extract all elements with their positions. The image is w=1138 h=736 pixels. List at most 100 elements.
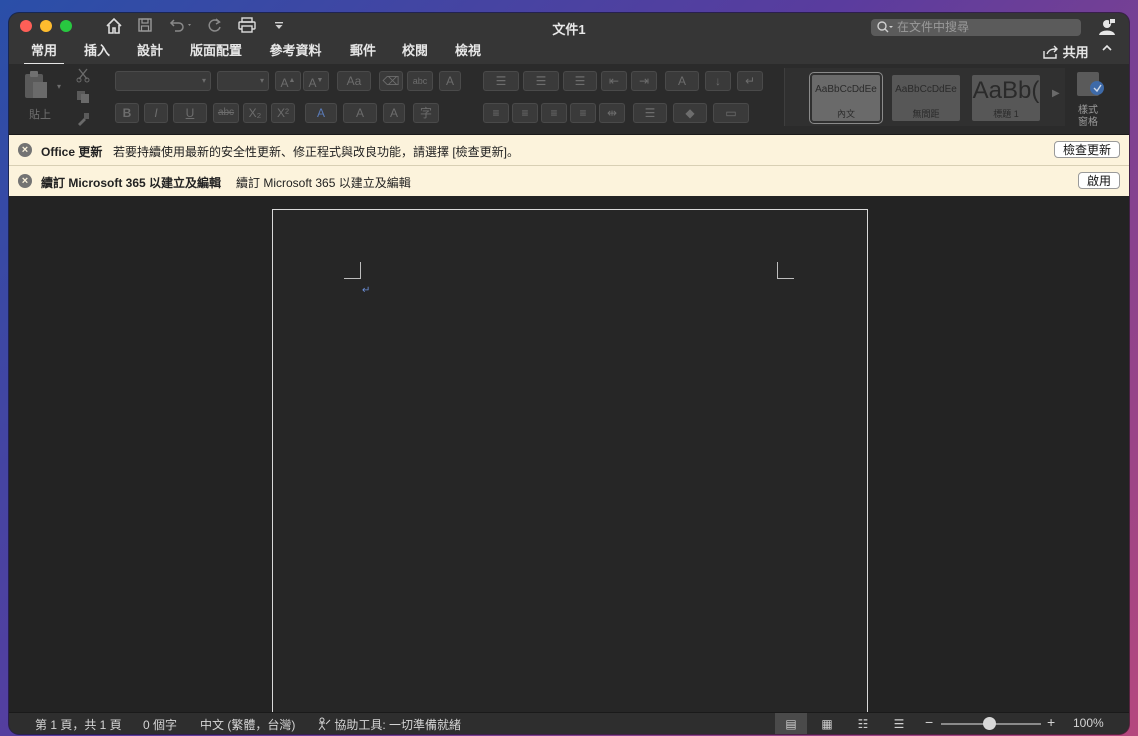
copy-icon[interactable]: [75, 89, 91, 110]
cut-icon[interactable]: [75, 67, 91, 88]
print-layout-view-icon[interactable]: ▤: [775, 713, 807, 734]
tab-view[interactable]: 檢視: [450, 41, 486, 63]
paste-dropdown-icon[interactable]: ▾: [57, 82, 61, 91]
check-updates-button[interactable]: 檢查更新: [1053, 141, 1120, 158]
page-count[interactable]: 第 1 頁，共 1 頁: [35, 716, 122, 733]
styles-gallery: AaBbCcDdEe 內文 AaBbCcDdEe 無間距 AaBb( 標題 1 …: [784, 68, 1065, 126]
paste-label: 貼上: [29, 109, 51, 121]
title-bar: 文件1 在文件中搜尋: [9, 13, 1129, 41]
strikethrough-icon[interactable]: abc: [213, 103, 239, 123]
update-bar-message: 若要持續使用最新的安全性更新、修正程式與改良功能，請選擇 [檢查更新]。: [113, 145, 520, 159]
highlight-color-icon[interactable]: A: [343, 103, 377, 123]
zoom-in-icon[interactable]: +: [1047, 714, 1055, 730]
office-update-bar: × Office 更新 若要持續使用最新的安全性更新、修正程式與改良功能，請選擇…: [9, 135, 1129, 166]
tab-home[interactable]: 常用: [24, 41, 64, 65]
shading-icon[interactable]: ◆: [673, 103, 707, 123]
line-spacing-icon[interactable]: ☰: [633, 103, 667, 123]
format-painter-icon[interactable]: [75, 111, 91, 132]
superscript-icon[interactable]: X²: [271, 103, 295, 123]
style-normal-name: 內文: [836, 109, 855, 119]
language-status[interactable]: 中文 (繁體，台灣): [200, 716, 295, 733]
collapse-ribbon-icon[interactable]: [1101, 42, 1113, 57]
phonetic-guide-icon[interactable]: abc: [407, 71, 433, 91]
decrease-indent-icon[interactable]: ⇤: [601, 71, 627, 91]
asian-layout-icon[interactable]: A: [665, 71, 699, 91]
distributed-icon[interactable]: ⇹: [599, 103, 625, 123]
bold-icon[interactable]: B: [115, 103, 139, 123]
style-normal-sample: AaBbCcDdEe: [815, 84, 877, 95]
multilevel-list-icon[interactable]: ☰: [563, 71, 597, 91]
ribbon-home: ▾ 貼上 ▾ ▾ A▲ A▼ Aa ⌫ abc A B I U abc X₂ X…: [9, 64, 1129, 135]
tab-design[interactable]: 設計: [132, 41, 168, 63]
renew-subscription-bar: × 續訂 Microsoft 365 以建立及編輯 續訂 Microsoft 3…: [9, 166, 1129, 197]
numbering-icon[interactable]: ☰: [523, 71, 559, 91]
character-shading-icon[interactable]: A: [383, 103, 405, 123]
search-placeholder: 在文件中搜尋: [897, 20, 970, 34]
text-effects-icon[interactable]: A: [305, 103, 337, 123]
search-icon: [876, 20, 894, 39]
update-bar-title: Office 更新: [41, 145, 103, 159]
tab-references[interactable]: 參考資料: [264, 41, 327, 63]
dismiss-renew-icon[interactable]: ×: [18, 174, 32, 188]
renew-bar-message: 續訂 Microsoft 365 以建立及編輯: [236, 176, 411, 190]
style-heading-1[interactable]: AaBb( 標題 1: [972, 75, 1040, 121]
enclose-characters-icon[interactable]: 字: [413, 103, 439, 123]
paragraph-mark-icon: ↵: [362, 285, 371, 296]
tab-mailings[interactable]: 郵件: [343, 41, 383, 63]
borders-icon[interactable]: ▭: [713, 103, 749, 123]
styles-pane-icon[interactable]: [1076, 70, 1106, 103]
zoom-level[interactable]: 100%: [1073, 716, 1104, 730]
underline-icon[interactable]: U: [173, 103, 207, 123]
tab-insert[interactable]: 插入: [79, 41, 115, 63]
increase-indent-icon[interactable]: ⇥: [631, 71, 657, 91]
activate-button[interactable]: 啟用: [1077, 172, 1120, 189]
subscript-icon[interactable]: X₂: [243, 103, 267, 123]
search-input[interactable]: 在文件中搜尋: [871, 19, 1081, 36]
outline-view-icon[interactable]: ☷: [847, 713, 879, 734]
margin-corner-top-right: [777, 262, 794, 279]
paste-icon[interactable]: [23, 70, 49, 100]
font-name-select[interactable]: ▾: [115, 71, 211, 91]
bullets-icon[interactable]: ☰: [483, 71, 519, 91]
status-bar: 第 1 頁，共 1 頁 0 個字 中文 (繁體，台灣) 協助工具: 一切準備就緒…: [9, 712, 1129, 734]
clear-formatting-icon[interactable]: ⌫: [379, 71, 403, 91]
margin-corner-top-left: [344, 262, 361, 279]
share-button[interactable]: 共用: [1043, 42, 1089, 61]
dismiss-update-icon[interactable]: ×: [18, 143, 32, 157]
align-right-icon[interactable]: ≡: [541, 103, 567, 123]
justify-icon[interactable]: ≡: [570, 103, 596, 123]
character-border-icon[interactable]: A: [439, 71, 461, 91]
document-area: ↵: [9, 196, 1129, 712]
account-icon[interactable]: [1097, 17, 1117, 42]
change-case-icon[interactable]: Aa: [337, 71, 371, 91]
styles-next-icon[interactable]: ▶: [1052, 88, 1060, 99]
styles-pane-label: 樣式 窗格: [1078, 105, 1098, 128]
zoom-slider-handle[interactable]: [983, 717, 996, 730]
word-count[interactable]: 0 個字: [143, 716, 177, 733]
style-normal[interactable]: AaBbCcDdEe 內文: [809, 72, 883, 124]
shrink-font-icon[interactable]: A▼: [303, 71, 329, 91]
accessibility-icon: [317, 717, 334, 732]
tab-layout[interactable]: 版面配置: [185, 41, 247, 63]
web-layout-view-icon[interactable]: ▦: [811, 713, 843, 734]
accessibility-status[interactable]: 協助工具: 一切準備就緒: [317, 716, 461, 733]
zoom-out-icon[interactable]: −: [925, 714, 933, 730]
ribbon-tabs: 常用 插入 設計 版面配置 參考資料 郵件 校閱 檢視 共用: [9, 41, 1129, 65]
sort-icon[interactable]: ↓: [705, 71, 731, 91]
draft-view-icon[interactable]: ☰: [883, 713, 915, 734]
style-no-spacing[interactable]: AaBbCcDdEe 無間距: [892, 75, 960, 121]
share-label: 共用: [1062, 45, 1089, 60]
grow-font-icon[interactable]: A▲: [275, 71, 301, 91]
word-window: 文件1 在文件中搜尋 常用 插入 設計 版面配置 參考資料 郵件 校閱 檢視 共…: [9, 13, 1129, 734]
document-page[interactable]: ↵: [272, 209, 868, 712]
italic-icon[interactable]: I: [144, 103, 168, 123]
style-no-spacing-sample: AaBbCcDdEe: [895, 84, 957, 95]
tab-review[interactable]: 校閱: [397, 41, 433, 63]
share-icon: [1043, 45, 1063, 60]
show-paragraph-marks-icon[interactable]: ↵: [737, 71, 763, 91]
font-size-select[interactable]: ▾: [217, 71, 269, 91]
accessibility-label: 協助工具: 一切準備就緒: [334, 718, 462, 732]
align-center-icon[interactable]: ≡: [512, 103, 538, 123]
renew-bar-title: 續訂 Microsoft 365 以建立及編輯: [41, 176, 222, 190]
align-left-icon[interactable]: ≡: [483, 103, 509, 123]
